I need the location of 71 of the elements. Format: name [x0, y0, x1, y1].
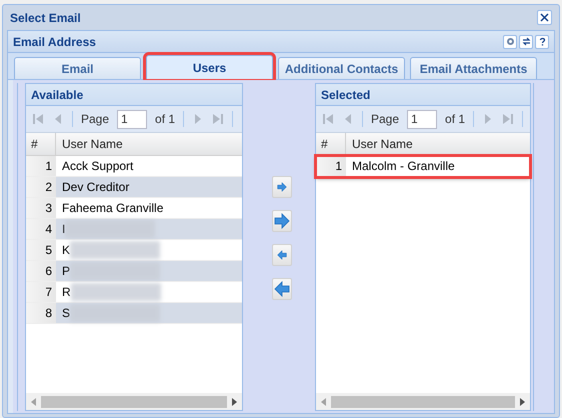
last-page-icon[interactable]	[212, 113, 224, 125]
table-row[interactable]: 7 R	[26, 282, 242, 303]
first-page-icon[interactable]	[322, 113, 334, 125]
table-row[interactable]: 8 S	[26, 303, 242, 324]
table-row[interactable]: 2 Dev Creditor	[26, 177, 242, 198]
table-cell-text: Acck Support	[62, 158, 134, 175]
refresh-button[interactable]	[519, 34, 533, 48]
table-cell-text: Dev Creditor	[62, 179, 130, 196]
last-page-icon[interactable]	[502, 113, 514, 125]
close-button[interactable]	[537, 10, 552, 25]
page-field[interactable]: 1	[117, 110, 148, 128]
tab[interactable]: Additional Contacts	[278, 57, 405, 79]
help-icon	[538, 37, 546, 46]
scroll-left-icon[interactable]	[29, 396, 37, 406]
left-arrow-icon	[274, 281, 290, 297]
page-count: of 1	[445, 111, 466, 128]
horizontal-scrollbar[interactable]	[26, 393, 242, 410]
page-count: of 1	[155, 111, 176, 128]
tab[interactable]: Email	[14, 57, 141, 79]
move-right-button[interactable]	[272, 176, 292, 198]
help-button[interactable]	[535, 34, 549, 48]
table-cell-text: R	[62, 284, 71, 301]
table-cell-text: P	[62, 263, 70, 280]
table-row[interactable]: 5 K	[26, 240, 242, 261]
grid-title: Available	[31, 86, 84, 104]
row-number: 1	[26, 156, 56, 176]
row-number: 4	[26, 219, 56, 239]
page-label: Page	[371, 111, 400, 128]
scroll-thumb[interactable]	[331, 396, 515, 408]
table-row[interactable]: 1 Malcolm - Granville	[316, 156, 530, 177]
row-number: 2	[26, 177, 56, 197]
table-cell-text: I	[62, 221, 66, 238]
table-cell-text: S	[62, 305, 70, 322]
grid-title: Selected	[321, 86, 370, 104]
row-number: 3	[26, 198, 56, 218]
close-icon	[540, 13, 549, 22]
row-number: 7	[26, 282, 56, 302]
right-arrow-icon	[277, 182, 287, 192]
scroll-right-icon[interactable]	[231, 396, 239, 406]
row-number: 8	[26, 303, 56, 323]
scroll-thumb[interactable]	[41, 396, 227, 408]
table-row[interactable]: 3 Faheema Granville	[26, 198, 242, 219]
move-left-button[interactable]	[272, 244, 292, 266]
row-number: 1	[316, 156, 346, 176]
table-row[interactable]: 1 Acck Support	[26, 156, 242, 177]
column-header[interactable]: User Name	[346, 133, 530, 155]
table-cell-text: Faheema Granville	[62, 200, 164, 217]
left-arrow-icon	[277, 250, 287, 260]
page-field[interactable]: 1	[407, 110, 438, 128]
move-left-button[interactable]	[272, 278, 292, 300]
gear-button[interactable]	[503, 34, 517, 48]
tab[interactable]: Users	[146, 55, 273, 79]
horizontal-scrollbar[interactable]	[316, 393, 530, 410]
move-right-button[interactable]	[272, 210, 292, 232]
scroll-left-icon[interactable]	[319, 396, 327, 406]
window-title: Select Email	[10, 10, 81, 26]
column-header[interactable]: User Name	[56, 133, 242, 155]
refresh-icon	[522, 37, 530, 46]
row-number: 6	[26, 261, 56, 281]
table-cell-text: Malcolm - Granville	[352, 158, 455, 175]
panel-title: Email Address	[13, 34, 96, 50]
first-page-icon[interactable]	[32, 113, 44, 125]
column-header[interactable]: #	[26, 133, 56, 155]
right-arrow-icon	[274, 213, 290, 229]
row-number: 5	[26, 240, 56, 260]
table-row[interactable]: 4 I	[26, 219, 242, 240]
table-row[interactable]: 6 P	[26, 261, 242, 282]
page-label: Page	[81, 111, 110, 128]
table-cell-text: K	[62, 242, 70, 259]
scroll-right-icon[interactable]	[519, 396, 527, 406]
tab[interactable]: Email Attachments	[410, 57, 537, 79]
